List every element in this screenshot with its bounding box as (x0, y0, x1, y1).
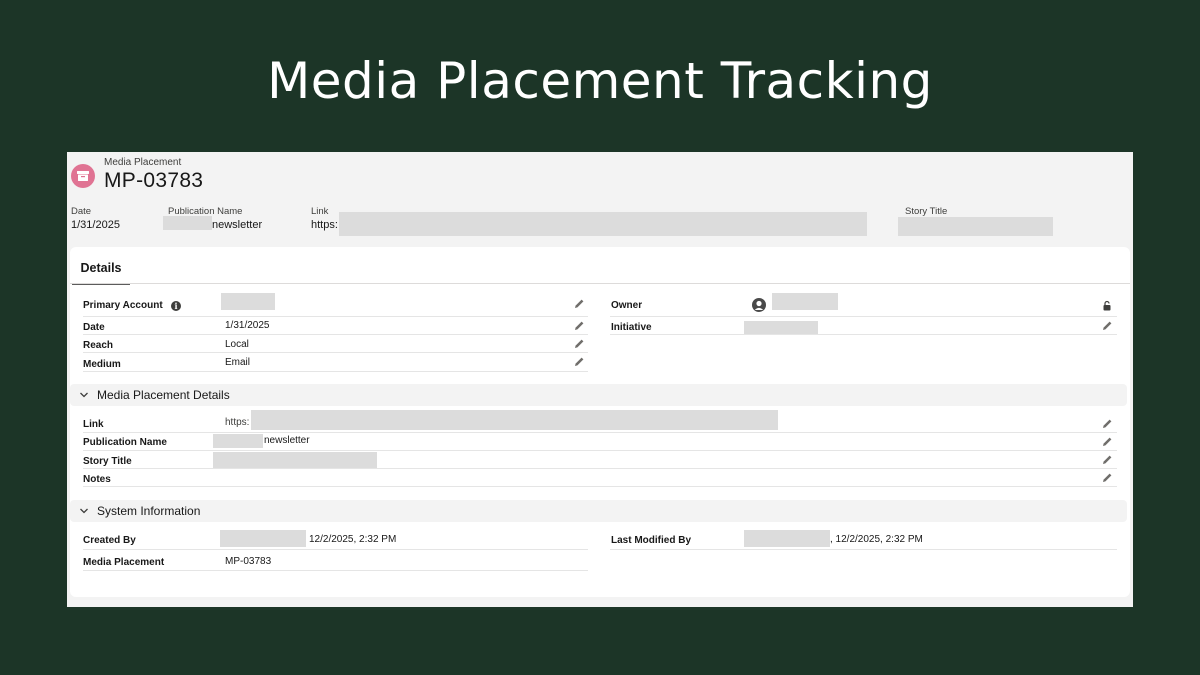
highlight-date-label: Date (71, 206, 92, 217)
pencil-icon[interactable] (574, 298, 585, 309)
redacted-publication-prefix (213, 434, 263, 448)
owner-label: Owner (611, 300, 643, 311)
section-title: System Information (97, 504, 201, 518)
redacted-created-by-user (220, 530, 306, 547)
field-divider (83, 450, 1117, 451)
tab-details[interactable]: Details (72, 255, 130, 285)
pencil-icon[interactable] (1102, 418, 1113, 429)
record-page-screenshot: Media Placement MP-03783 Date 1/31/2025 … (67, 152, 1133, 607)
record-object-label: Media Placement (104, 157, 182, 168)
highlight-date-value: 1/31/2025 (71, 219, 120, 231)
notes-label: Notes (83, 474, 111, 485)
initiative-label: Initiative (611, 322, 652, 333)
publication-name-value: newsletter (264, 435, 310, 446)
pencil-icon[interactable] (1102, 472, 1113, 483)
field-divider (610, 549, 1117, 550)
last-modified-by-value: , 12/2/2025, 2:32 PM (830, 534, 923, 545)
link-label: Link (83, 419, 104, 430)
reach-label: Reach (83, 340, 114, 351)
field-divider (610, 334, 1117, 335)
field-divider (83, 570, 588, 571)
field-divider (83, 432, 1117, 433)
field-divider (83, 334, 588, 335)
reach-value: Local (225, 339, 249, 350)
system-information-section-header[interactable]: System Information (70, 500, 1127, 522)
redacted-owner (772, 293, 838, 310)
chevron-down-icon (80, 508, 88, 514)
media-placement-value: MP-03783 (225, 556, 272, 567)
field-divider (83, 371, 588, 372)
field-divider (83, 468, 1117, 469)
highlight-story-label: Story Title (905, 206, 948, 217)
record-name: MP-03783 (104, 169, 204, 192)
redacted-initiative (744, 321, 818, 335)
avatar-icon (752, 298, 766, 312)
created-by-value: 12/2/2025, 2:32 PM (309, 534, 397, 545)
field-divider (83, 316, 588, 317)
field-divider (83, 549, 588, 550)
field-divider (610, 316, 1117, 317)
redacted-publication-prefix (163, 216, 212, 230)
redacted-story-title (213, 452, 377, 468)
redacted-link (339, 212, 867, 236)
slide-title: Media Placement Tracking (267, 52, 933, 110)
redacted-story-title (898, 217, 1053, 236)
link-value[interactable]: https: (225, 417, 249, 428)
date-label: Date (83, 322, 105, 333)
media-placement-label: Media Placement (83, 557, 165, 568)
info-icon[interactable]: i (171, 301, 181, 311)
section-title: Media Placement Details (97, 388, 230, 402)
pencil-icon[interactable] (574, 338, 585, 349)
tab-divider (70, 283, 1130, 284)
pencil-icon[interactable] (1102, 436, 1113, 447)
field-divider (83, 352, 588, 353)
media-placement-details-section-header[interactable]: Media Placement Details (70, 384, 1127, 406)
change-owner-icon[interactable] (1102, 300, 1112, 311)
archive-icon (71, 164, 95, 188)
story-title-label: Story Title (83, 456, 132, 467)
details-card: Details Primary Account i Date 1/31/2025… (70, 247, 1130, 597)
created-by-label: Created By (83, 535, 136, 546)
pencil-icon[interactable] (574, 320, 585, 331)
medium-label: Medium (83, 359, 121, 370)
publication-name-label: Publication Name (83, 437, 167, 448)
medium-value: Email (225, 357, 251, 368)
highlight-link-label: Link (311, 206, 329, 217)
redacted-primary-account (221, 293, 275, 310)
primary-account-label: Primary Account (83, 300, 163, 311)
highlight-link-value[interactable]: https: (311, 219, 338, 231)
redacted-link (251, 410, 778, 430)
date-value: 1/31/2025 (225, 320, 270, 331)
redacted-last-modified-user (744, 530, 830, 547)
pencil-icon[interactable] (1102, 320, 1113, 331)
last-modified-by-label: Last Modified By (611, 535, 692, 546)
pencil-icon[interactable] (574, 356, 585, 367)
pencil-icon[interactable] (1102, 454, 1113, 465)
field-divider (83, 486, 1117, 487)
highlight-publication-value: newsletter (212, 219, 263, 231)
chevron-down-icon (80, 392, 88, 398)
